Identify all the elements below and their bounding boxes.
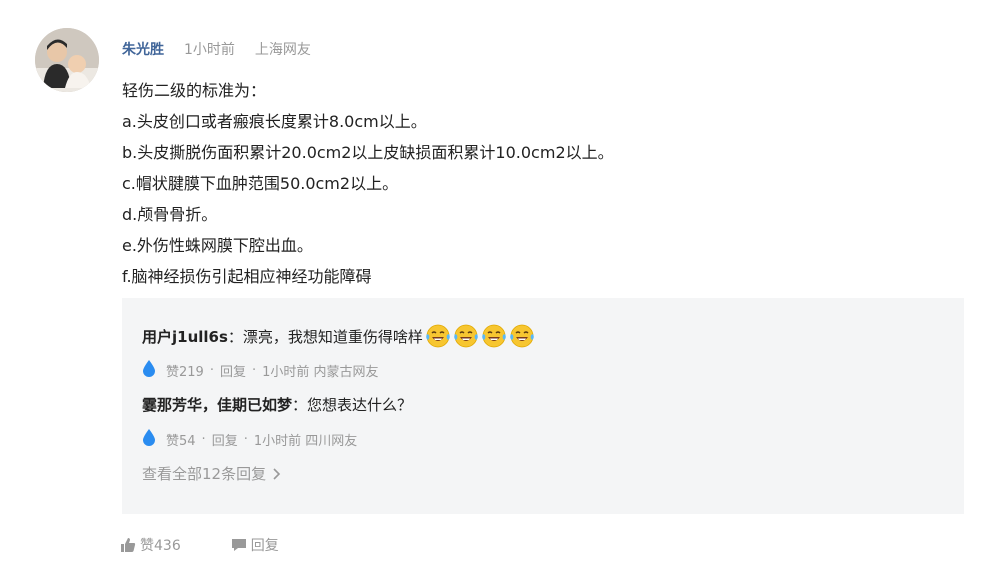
separator-dot: · [243,431,248,447]
content-line: 轻伤二级的标准为： [122,81,267,100]
reply-username[interactable]: 用户j1ull6s [142,328,228,346]
emoji-group [423,324,535,348]
separator-dot: · [201,431,206,447]
laughing-tears-emoji-icon [426,324,450,348]
separator-dot: · [251,362,257,378]
content-line: f.脑神经损伤引起相应神经功能障碍 [122,267,372,286]
reply-likes[interactable]: 赞54 [166,430,196,449]
laughing-tears-emoji-icon [510,324,534,348]
view-all-replies-link[interactable]: 查看全部12条回复 [142,463,284,484]
chevron-right-icon [273,467,281,480]
separator-dot: · [209,362,214,378]
reply-item: 霎那芳华，佳期已如梦：您想表达什么？ [142,394,412,415]
reply-username[interactable]: 霎那芳华，佳期已如梦 [142,396,292,414]
comment-bubble-icon [231,539,246,551]
reply-button[interactable]: 回复 [231,535,279,555]
replies-panel: 用户j1ull6s：漂亮，我想知道重伤得啥样 赞219 · 回复 · 1小时前 … [122,298,964,514]
reply-item: 用户j1ull6s：漂亮，我想知道重伤得啥样 [142,324,535,348]
like-count[interactable]: 赞436 [140,535,181,555]
content-line: b.头皮撕脱伤面积累计20.0cm2以上皮缺损面积累计10.0cm2以上。 [122,143,614,162]
comment-content: 轻伤二级的标准为： a.头皮创口或者瘢痕长度累计8.0cm以上。 b.头皮撕脱伤… [122,75,614,292]
thumbs-up-icon [121,538,136,552]
view-all-label[interactable]: 查看全部12条回复 [142,463,266,484]
content-line: a.头皮创口或者瘢痕长度累计8.0cm以上。 [122,112,427,131]
reply-likes[interactable]: 赞219 [166,361,204,380]
reply-time-location: 1小时前 内蒙古网友 [262,364,379,380]
reply-reply-button[interactable]: 回复 [220,361,246,380]
reply-meta: 赞54 · 回复 · 1小时前 四川网友 [142,428,357,450]
laughing-tears-emoji-icon [482,324,506,348]
laughing-tears-emoji-icon [454,324,478,348]
comment-actions: 赞436 回复 [120,535,329,555]
comment-header: 朱光胜 1小时前 上海网友 [122,38,311,60]
reply-text: ：漂亮，我想知道重伤得啥样 [227,328,423,346]
like-button[interactable]: 赞436 [120,535,181,555]
reply-label[interactable]: 回复 [251,535,279,555]
content-line: e.外伤性蛛网膜下腔出血。 [122,236,313,255]
reply-reply-button[interactable]: 回复 [212,430,238,449]
comment-username[interactable]: 朱光胜 [122,39,164,59]
reply-meta: 赞219 · 回复 · 1小时前 内蒙古网友 [142,359,379,381]
content-line: d.颅骨骨折。 [122,205,218,224]
like-drop-icon[interactable] [142,359,156,381]
comment-location: 上海网友 [254,42,311,58]
reply-time-location: 1小时前 四川网友 [253,433,358,449]
content-line: c.帽状腱膜下血肿范围50.0cm2以上。 [122,174,399,193]
like-drop-icon[interactable] [142,428,156,450]
reply-text: ：您想表达什么？ [292,396,413,414]
comment-time: 1小时前 [184,42,235,58]
avatar[interactable] [35,28,99,92]
